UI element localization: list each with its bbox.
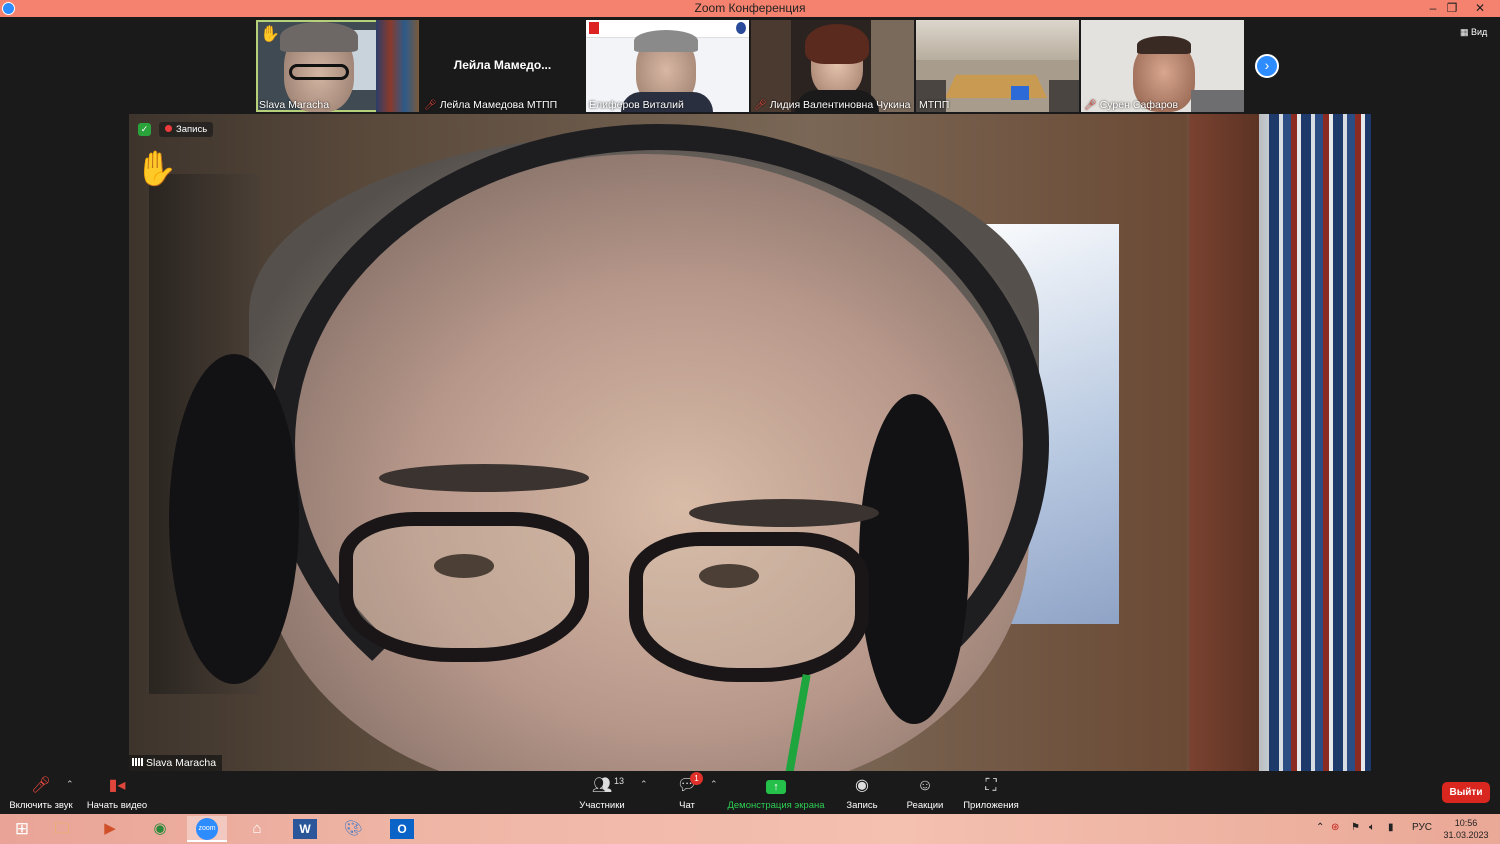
participants-options-caret[interactable]: ⌃ <box>640 779 648 790</box>
zoom-window: Zoom Конференция – ❐ ✕ ✋ Slava Maracha Л… <box>0 0 1500 844</box>
share-screen-button[interactable]: ↑ Демонстрация экрана <box>726 775 826 811</box>
file-explorer-button[interactable]: 🗀 <box>42 816 82 842</box>
home-button[interactable]: ⌂ <box>237 816 277 842</box>
windows-taskbar: ⊞ 🗀 ▶ ◉ zoom ⌂ W 🎨︎ O ⌃ ⊛ ⚑ 🔈︎ ▮ РУС 10:… <box>0 814 1500 844</box>
record-label: Запись <box>846 800 878 811</box>
unmute-button[interactable]: 🎤︎ Включить звук <box>8 775 74 811</box>
apps-label: Приложения <box>963 800 1019 811</box>
gallery-strip: ✋ Slava Maracha Лейла Мамедо... 🎤︎ Лейла … <box>0 17 1500 114</box>
encryption-shield-icon[interactable]: ✓ <box>138 123 151 136</box>
view-button-label: Вид <box>1471 27 1488 37</box>
clock-date: 31.03.2023 <box>1443 830 1489 840</box>
muted-mic-icon: 🎤︎ <box>1084 100 1097 111</box>
tile-avatar-name: Лейла Мамедо... <box>453 58 552 72</box>
share-screen-icon: ↑ <box>726 775 826 797</box>
recording-indicator[interactable]: Запись <box>159 122 214 137</box>
outlook-button[interactable]: O <box>382 816 422 842</box>
reactions-button[interactable]: ☺ Реакции <box>904 775 946 811</box>
network-icon[interactable]: ▮ <box>1388 822 1394 833</box>
apps-icon: ⛶ <box>985 777 997 794</box>
window-title: Zoom Конференция <box>694 1 806 15</box>
meeting-toolbar: 🎤︎ Включить звук ⌃ ▮◂ Начать видео 👥︎ Уч… <box>0 771 1500 814</box>
start-video-button[interactable]: ▮◂ Начать видео <box>86 775 148 811</box>
speaker-name-tag: Slava Maracha <box>129 755 223 771</box>
leave-button[interactable]: Выйти <box>1442 782 1490 803</box>
view-button[interactable]: ▦ Вид <box>1460 27 1487 38</box>
tile-name-label: МТПП <box>919 99 950 111</box>
share-screen-label: Демонстрация экрана <box>727 800 825 811</box>
word-icon: W <box>293 819 317 840</box>
video-tile-mtpp[interactable]: МТПП <box>916 20 1079 112</box>
participants-label: Участники <box>579 800 625 811</box>
video-off-icon: ▮◂ <box>108 777 126 794</box>
recording-label: Запись <box>176 124 208 135</box>
paint-icon: 🎨︎ <box>343 820 363 837</box>
reactions-label: Реакции <box>906 800 944 811</box>
raise-hand-icon: ✋ <box>135 150 178 188</box>
volume-icon[interactable]: 🔈︎ <box>1369 822 1375 833</box>
flag-icon[interactable]: ⚑ <box>1351 822 1360 833</box>
tile-name-label: Елиферов Виталий <box>589 99 684 111</box>
reactions-icon: ☺ <box>916 777 934 794</box>
record-button[interactable]: ◉ Запись <box>842 775 882 811</box>
tile-name-label: Лидия Валентиновна Чукина <box>769 99 911 111</box>
tray-overflow-icon[interactable]: ⌃ <box>1316 822 1324 833</box>
signal-strength-icon <box>132 758 143 766</box>
record-icon: ◉ <box>855 777 869 794</box>
video-tile-chukina[interactable]: 🎤︎ Лидия Валентиновна Чукина <box>751 20 914 112</box>
clock-time: 10:56 <box>1454 818 1478 828</box>
video-tile-slava[interactable]: ✋ Slava Maracha <box>256 20 419 112</box>
muted-microphone-icon: 🎤︎ <box>30 777 52 794</box>
recording-dot-icon <box>165 125 172 132</box>
chrome-button[interactable]: ◉ <box>140 816 180 842</box>
word-button[interactable]: W <box>285 816 325 842</box>
bookshelf <box>1269 114 1371 771</box>
glasses-left-lens <box>339 512 589 662</box>
next-page-button[interactable]: › <box>1255 54 1279 78</box>
start-video-label: Начать видео <box>86 800 148 811</box>
chat-options-caret[interactable]: ⌃ <box>710 779 718 790</box>
tile-name-label: Slava Maracha <box>259 99 330 111</box>
antivirus-icon[interactable]: ⊛ <box>1331 822 1339 833</box>
zoom-icon: zoom <box>196 818 218 841</box>
muted-mic-icon: 🎤︎ <box>424 100 437 111</box>
restore-button[interactable]: ❐ <box>1438 0 1466 17</box>
participants-count: 13 <box>614 776 625 786</box>
tile-name-label: Сурен Сафаров <box>1099 99 1179 111</box>
video-tile-eliferov[interactable]: Елиферов Виталий <box>586 20 749 112</box>
close-button[interactable]: ✕ <box>1466 0 1494 17</box>
home-icon: ⌂ <box>252 820 262 837</box>
chat-unread-badge: 1 <box>690 772 703 785</box>
title-bar: Zoom Конференция – ❐ ✕ <box>0 0 1500 17</box>
speaker-name: Slava Maracha <box>146 757 217 769</box>
start-button[interactable]: ⊞ <box>2 816 42 842</box>
apps-button[interactable]: ⛶ Приложения <box>961 775 1021 811</box>
grid-icon: ▦ <box>1460 27 1472 37</box>
chat-label: Чат <box>679 800 695 811</box>
audio-options-caret[interactable]: ⌃ <box>66 779 74 790</box>
video-tile-safarov[interactable]: 🎤︎ Сурен Сафаров <box>1081 20 1244 112</box>
chrome-icon: ◉ <box>153 820 167 837</box>
language-indicator[interactable]: РУС <box>1412 822 1432 833</box>
video-tile-leila[interactable]: Лейла Мамедо... 🎤︎ Лейла Мамедова МТПП <box>421 20 584 112</box>
clock[interactable]: 10:56 31.03.2023 <box>1436 817 1496 841</box>
windows-logo-icon: ⊞ <box>14 819 30 838</box>
active-speaker-video: ✓ Запись ✋ Slava Maracha <box>129 114 1371 771</box>
tile-name-label: Лейла Мамедова МТПП <box>439 99 558 111</box>
media-player-button[interactable]: ▶ <box>90 816 130 842</box>
folder-icon: 🗀 <box>54 820 70 837</box>
raise-hand-icon: ✋ <box>260 26 280 43</box>
paint-button[interactable]: 🎨︎ <box>333 816 373 842</box>
glasses-right-lens <box>629 532 869 682</box>
media-icon: ▶ <box>104 820 116 837</box>
zoom-taskbar-button[interactable]: zoom <box>187 816 227 842</box>
unmute-label: Включить звук <box>9 800 73 811</box>
muted-mic-icon: 🎤︎ <box>754 100 767 111</box>
outlook-icon: O <box>390 819 414 840</box>
